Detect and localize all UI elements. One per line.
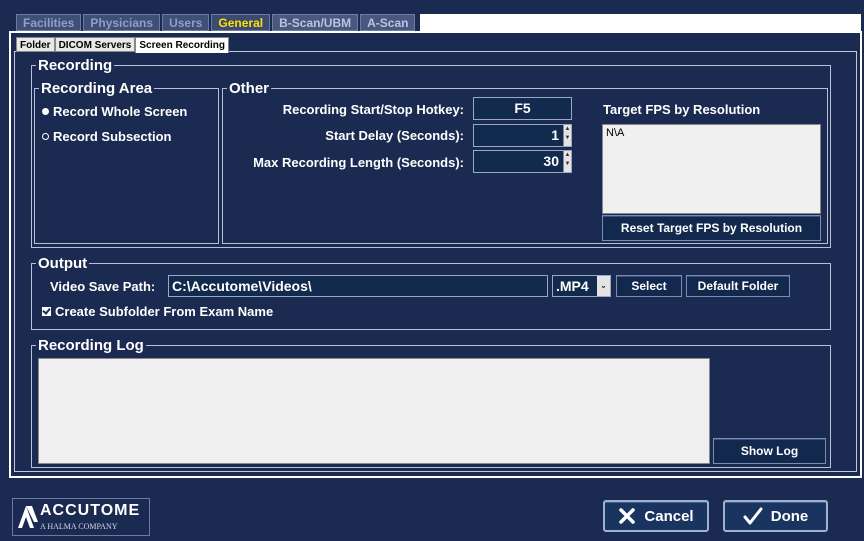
max-length-stepper[interactable]: 30 ▲ ▼ bbox=[473, 150, 572, 173]
checkbox-checked-icon bbox=[42, 307, 51, 316]
format-select[interactable]: .MP4 ⌄ bbox=[552, 275, 611, 297]
video-save-path-input[interactable]: C:\Accutome\Videos\ bbox=[168, 275, 548, 297]
hotkey-field[interactable]: F5 bbox=[473, 97, 572, 120]
video-save-path-value: C:\Accutome\Videos\ bbox=[172, 278, 312, 294]
tab-folder[interactable]: Folder bbox=[16, 37, 55, 52]
tab-physicians[interactable]: Physicians bbox=[83, 14, 161, 31]
top-tab-bar: Facilities Physicians Users General B-Sc… bbox=[16, 14, 417, 31]
video-save-path-label: Video Save Path: bbox=[50, 279, 156, 294]
tab-bar-fill bbox=[420, 14, 861, 31]
output-legend: Output bbox=[38, 255, 88, 272]
format-value: .MP4 bbox=[556, 278, 589, 294]
checkbox-label: Create Subfolder From Exam Name bbox=[55, 304, 274, 319]
recording-log-area[interactable] bbox=[38, 358, 710, 464]
select-button[interactable]: Select bbox=[616, 275, 682, 297]
default-folder-button[interactable]: Default Folder bbox=[686, 275, 790, 297]
radio-unselected-icon bbox=[42, 133, 49, 140]
tab-screen-recording[interactable]: Screen Recording bbox=[135, 37, 229, 53]
cancel-label: Cancel bbox=[644, 507, 694, 525]
start-delay-label: Start Delay (Seconds): bbox=[325, 128, 464, 143]
radio-selected-icon bbox=[42, 108, 49, 115]
fps-list-item[interactable]: N\A bbox=[606, 127, 624, 139]
start-delay-stepper[interactable]: 1 ▲ ▼ bbox=[473, 124, 572, 147]
recording-area-legend: Recording Area bbox=[41, 80, 153, 97]
spin-arrows-icon[interactable]: ▲ ▼ bbox=[563, 151, 571, 172]
fps-list[interactable]: N\A bbox=[602, 124, 821, 214]
tab-dicom-servers[interactable]: DICOM Servers bbox=[54, 37, 136, 52]
tab-ascan[interactable]: A-Scan bbox=[360, 14, 416, 31]
max-length-label: Max Recording Length (Seconds): bbox=[253, 155, 464, 170]
radio-label: Record Subsection bbox=[53, 129, 172, 144]
sub-tab-bar: Folder DICOM Servers Screen Recording bbox=[16, 37, 229, 53]
fps-title: Target FPS by Resolution bbox=[603, 102, 761, 117]
done-button[interactable]: Done bbox=[723, 500, 828, 532]
logo-subtext: A HALMA COMPANY bbox=[40, 522, 118, 531]
show-log-button[interactable]: Show Log bbox=[713, 438, 826, 464]
radio-record-whole-screen[interactable]: Record Whole Screen bbox=[42, 104, 187, 119]
recording-legend: Recording bbox=[38, 57, 113, 74]
other-legend: Other bbox=[229, 80, 270, 97]
start-delay-value: 1 bbox=[551, 127, 559, 143]
create-subfolder-checkbox[interactable]: Create Subfolder From Exam Name bbox=[42, 304, 273, 319]
tab-facilities[interactable]: Facilities bbox=[16, 14, 82, 31]
logo-text: ACCUTOME bbox=[40, 502, 141, 519]
chevron-down-icon[interactable]: ⌄ bbox=[597, 276, 610, 296]
spin-arrows-icon[interactable]: ▲ ▼ bbox=[563, 125, 571, 146]
max-length-value: 30 bbox=[543, 153, 559, 169]
accutome-logo: ACCUTOME A HALMA COMPANY bbox=[12, 498, 150, 536]
cancel-button[interactable]: Cancel bbox=[603, 500, 709, 532]
tab-users[interactable]: Users bbox=[162, 14, 210, 31]
reset-fps-button[interactable]: Reset Target FPS by Resolution bbox=[602, 215, 821, 241]
hotkey-label: Recording Start/Stop Hotkey: bbox=[282, 102, 464, 117]
hotkey-value: F5 bbox=[514, 100, 531, 116]
radio-record-subsection[interactable]: Record Subsection bbox=[42, 129, 171, 144]
radio-label: Record Whole Screen bbox=[53, 104, 188, 119]
tab-bscan-ubm[interactable]: B-Scan/UBM bbox=[272, 14, 359, 31]
tab-general[interactable]: General bbox=[211, 14, 271, 31]
checkmark-icon bbox=[743, 507, 763, 525]
done-label: Done bbox=[770, 507, 809, 525]
recording-log-legend: Recording Log bbox=[38, 337, 144, 354]
close-icon bbox=[619, 508, 636, 524]
